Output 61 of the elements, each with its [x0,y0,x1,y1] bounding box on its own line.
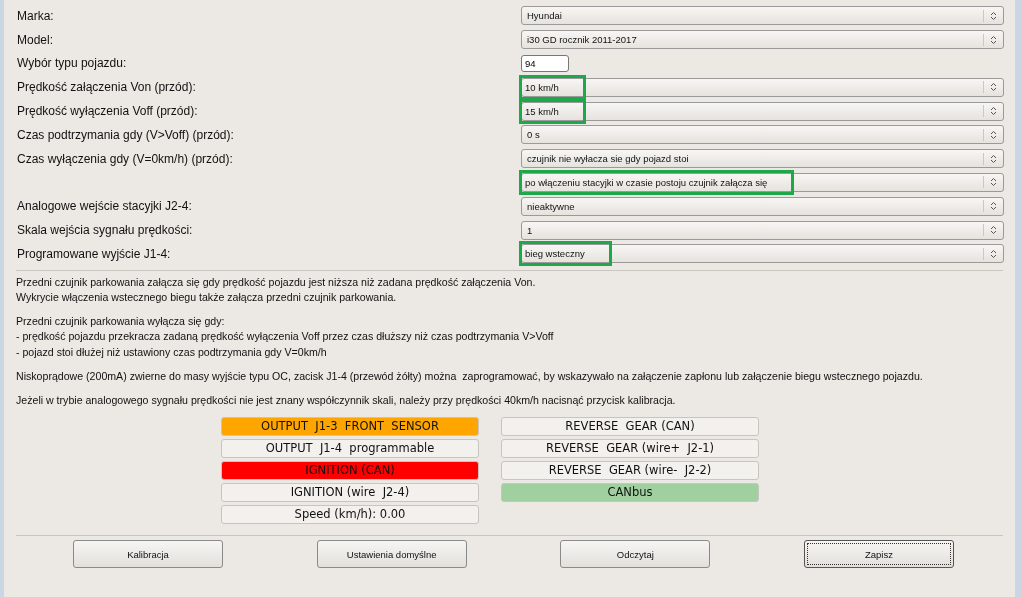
description-text: - prędkość pojazdu przekracza zadaną prędkość wyłączenia Voff przez czas dłuższy niż czas podtrzymania V>Voff [16,329,555,345]
input-field[interactable]: 94 [521,55,569,72]
field-label: Analogowe wejście stacyjki J2-4: [16,199,193,214]
dropdown[interactable]: 0 s [521,125,1004,145]
description-text: Jeżeli w trybie analogowego sygnału prędkości nie jest znany współczynnik skali, należy przy prędkości 40km/h nacisnąć przycisk kalibracja. [16,393,677,408]
description-text: Przedni czujnik parkowania załącza się gdy prędkość pojazdu jest niższa niż zadana prędkość załączenia Von. [16,274,537,290]
up-down-arrows-icon [990,201,997,212]
up-down-arrows-icon [990,225,997,236]
up-down-arrows-icon [990,34,997,45]
up-down-arrows-icon [990,153,997,164]
description-text: Wykrycie włączenia wstecznego biegu także załącza przedni czujnik parkowania. [16,289,398,305]
action-button[interactable]: Odczytaj [560,540,711,569]
status-indicator: IGNITION (CAN) [221,461,479,481]
up-down-arrows-icon [990,129,997,140]
up-down-arrows-icon [990,82,997,93]
status-indicator: REVERSE GEAR (CAN) [501,417,759,437]
dropdown[interactable]: po włączeniu stacyjki w czasie postoju czujnik załącza się [521,172,1004,192]
dropdown-value: czujnik nie wyłacza sie gdy pojazd stoi [526,152,690,167]
dropdown[interactable]: 15 km/h [521,101,1004,121]
up-down-arrows-icon [990,248,997,259]
action-button[interactable]: Kalibracja [73,540,223,569]
dropdown-value: po włączeniu stacyjki w czasie postoju czujnik załącza się [519,169,795,195]
dropdown[interactable]: bieg wsteczny [521,244,1004,264]
description-text: Przedni czujnik parkowania wyłącza się gdy: [16,314,226,330]
dropdown[interactable]: nieaktywne [521,196,1004,216]
action-button[interactable]: Ustawienia domyślne [316,540,467,569]
dropdown-value: 15 km/h [519,98,586,124]
status-indicator: REVERSE GEAR (wire+ J2-1) [501,439,759,459]
field-label: Prędkość załączenia Von (przód): [16,80,197,95]
up-down-arrows-icon [990,10,997,21]
dropdown[interactable]: i30 GD rocznik 2011-2017 [521,30,1004,50]
dropdown-value: Hyundai [526,9,563,24]
description-text: - pojazd stoi dłużej niż ustawiony czas podtrzymania gdy V=0km/h [16,344,328,360]
dropdown-value: nieaktywne [526,199,576,214]
field-label: Wybór typu pojazdu: [16,56,128,71]
field-label: Czas wyłączenia gdy (V=0km/h) (przód): [16,151,234,166]
dropdown[interactable]: czujnik nie wyłacza sie gdy pojazd stoi [521,149,1004,169]
dropdown[interactable]: 1 [521,220,1004,240]
field-label: Marka: [16,8,55,23]
up-down-arrows-icon [990,177,997,188]
dropdown-value: bieg wsteczny [519,241,612,267]
description-text: Niskoprądowe (200mA) zwierne do masy wyjście typu OC, zacisk J1-4 (przewód żółty) można zaprogramować, by wskazywało na załączenie zapłonu lub załączenie biegu wstecznego pojazdu. [16,368,924,384]
up-down-arrows-icon [990,106,997,117]
status-indicator: Speed (km/h): 0.00 [221,505,479,525]
dropdown-value: 1 [526,223,534,238]
dropdown-value: i30 GD rocznik 2011-2017 [526,33,638,48]
dropdown-value: 10 km/h [519,74,586,100]
action-button[interactable]: Zapisz [803,540,954,569]
field-label: Czas podtrzymania gdy (V>Voff) (przód): [16,127,235,142]
status-indicator: REVERSE GEAR (wire- J2-2) [501,461,759,481]
dropdown[interactable]: Hyundai [521,6,1004,26]
field-label: Skala wejścia sygnału prędkości: [16,223,194,238]
field-label: Model: [16,32,55,47]
status-indicator: OUTPUT J1-3 FRONT SENSOR [221,417,479,437]
dropdown[interactable]: 10 km/h [521,77,1004,97]
status-indicator: CANbus [501,483,759,503]
status-indicator: OUTPUT J1-4 programmable [221,439,479,459]
field-label: Prędkość wyłączenia Voff (przód): [16,104,199,119]
status-indicator: IGNITION (wire J2-4) [221,483,479,503]
field-label: Programowane wyjście J1-4: [16,246,172,261]
dropdown-value: 0 s [526,128,541,143]
